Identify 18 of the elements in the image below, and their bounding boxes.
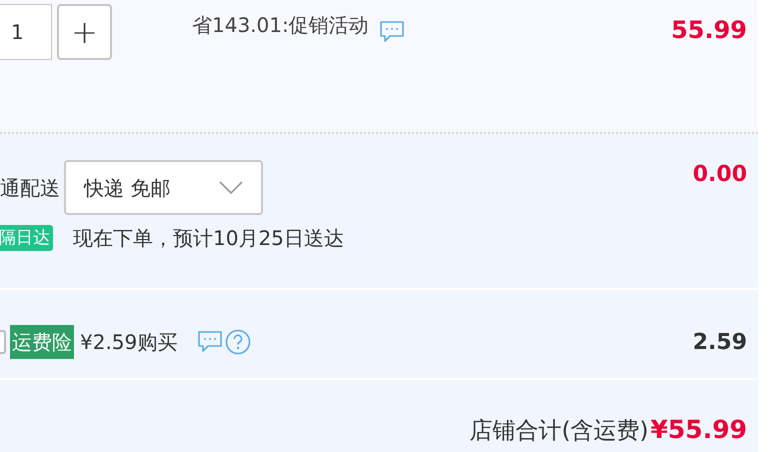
quantity-field[interactable]: 1 <box>0 4 52 60</box>
shipping-fee: 0.00 <box>692 161 747 189</box>
delivery-label: 通配送 <box>0 174 60 202</box>
delivery-estimate: 现在下单，预计10月25日送达 <box>73 225 344 252</box>
store-total-label: 店铺合计(含运费) <box>470 416 649 446</box>
item-price: 55.99 <box>671 15 747 46</box>
chevron-down-icon <box>219 180 243 194</box>
promotion-text: 省143.01:促销活动 <box>192 12 369 39</box>
insurance-tag: 运费险 <box>10 325 74 359</box>
shipping-select[interactable]: 快递 免邮 <box>64 160 263 215</box>
insurance-offer: ¥2.59购买 <box>80 329 178 356</box>
comment-icon[interactable] <box>378 20 405 44</box>
insurance-amount: 2.59 <box>692 328 747 356</box>
comment-icon[interactable] <box>197 330 224 354</box>
store-total-amount: ¥55.99 <box>650 414 747 446</box>
help-icon[interactable] <box>225 329 252 355</box>
next-day-badge: 隔日达 <box>0 225 53 251</box>
increase-button[interactable]: + <box>57 4 112 60</box>
